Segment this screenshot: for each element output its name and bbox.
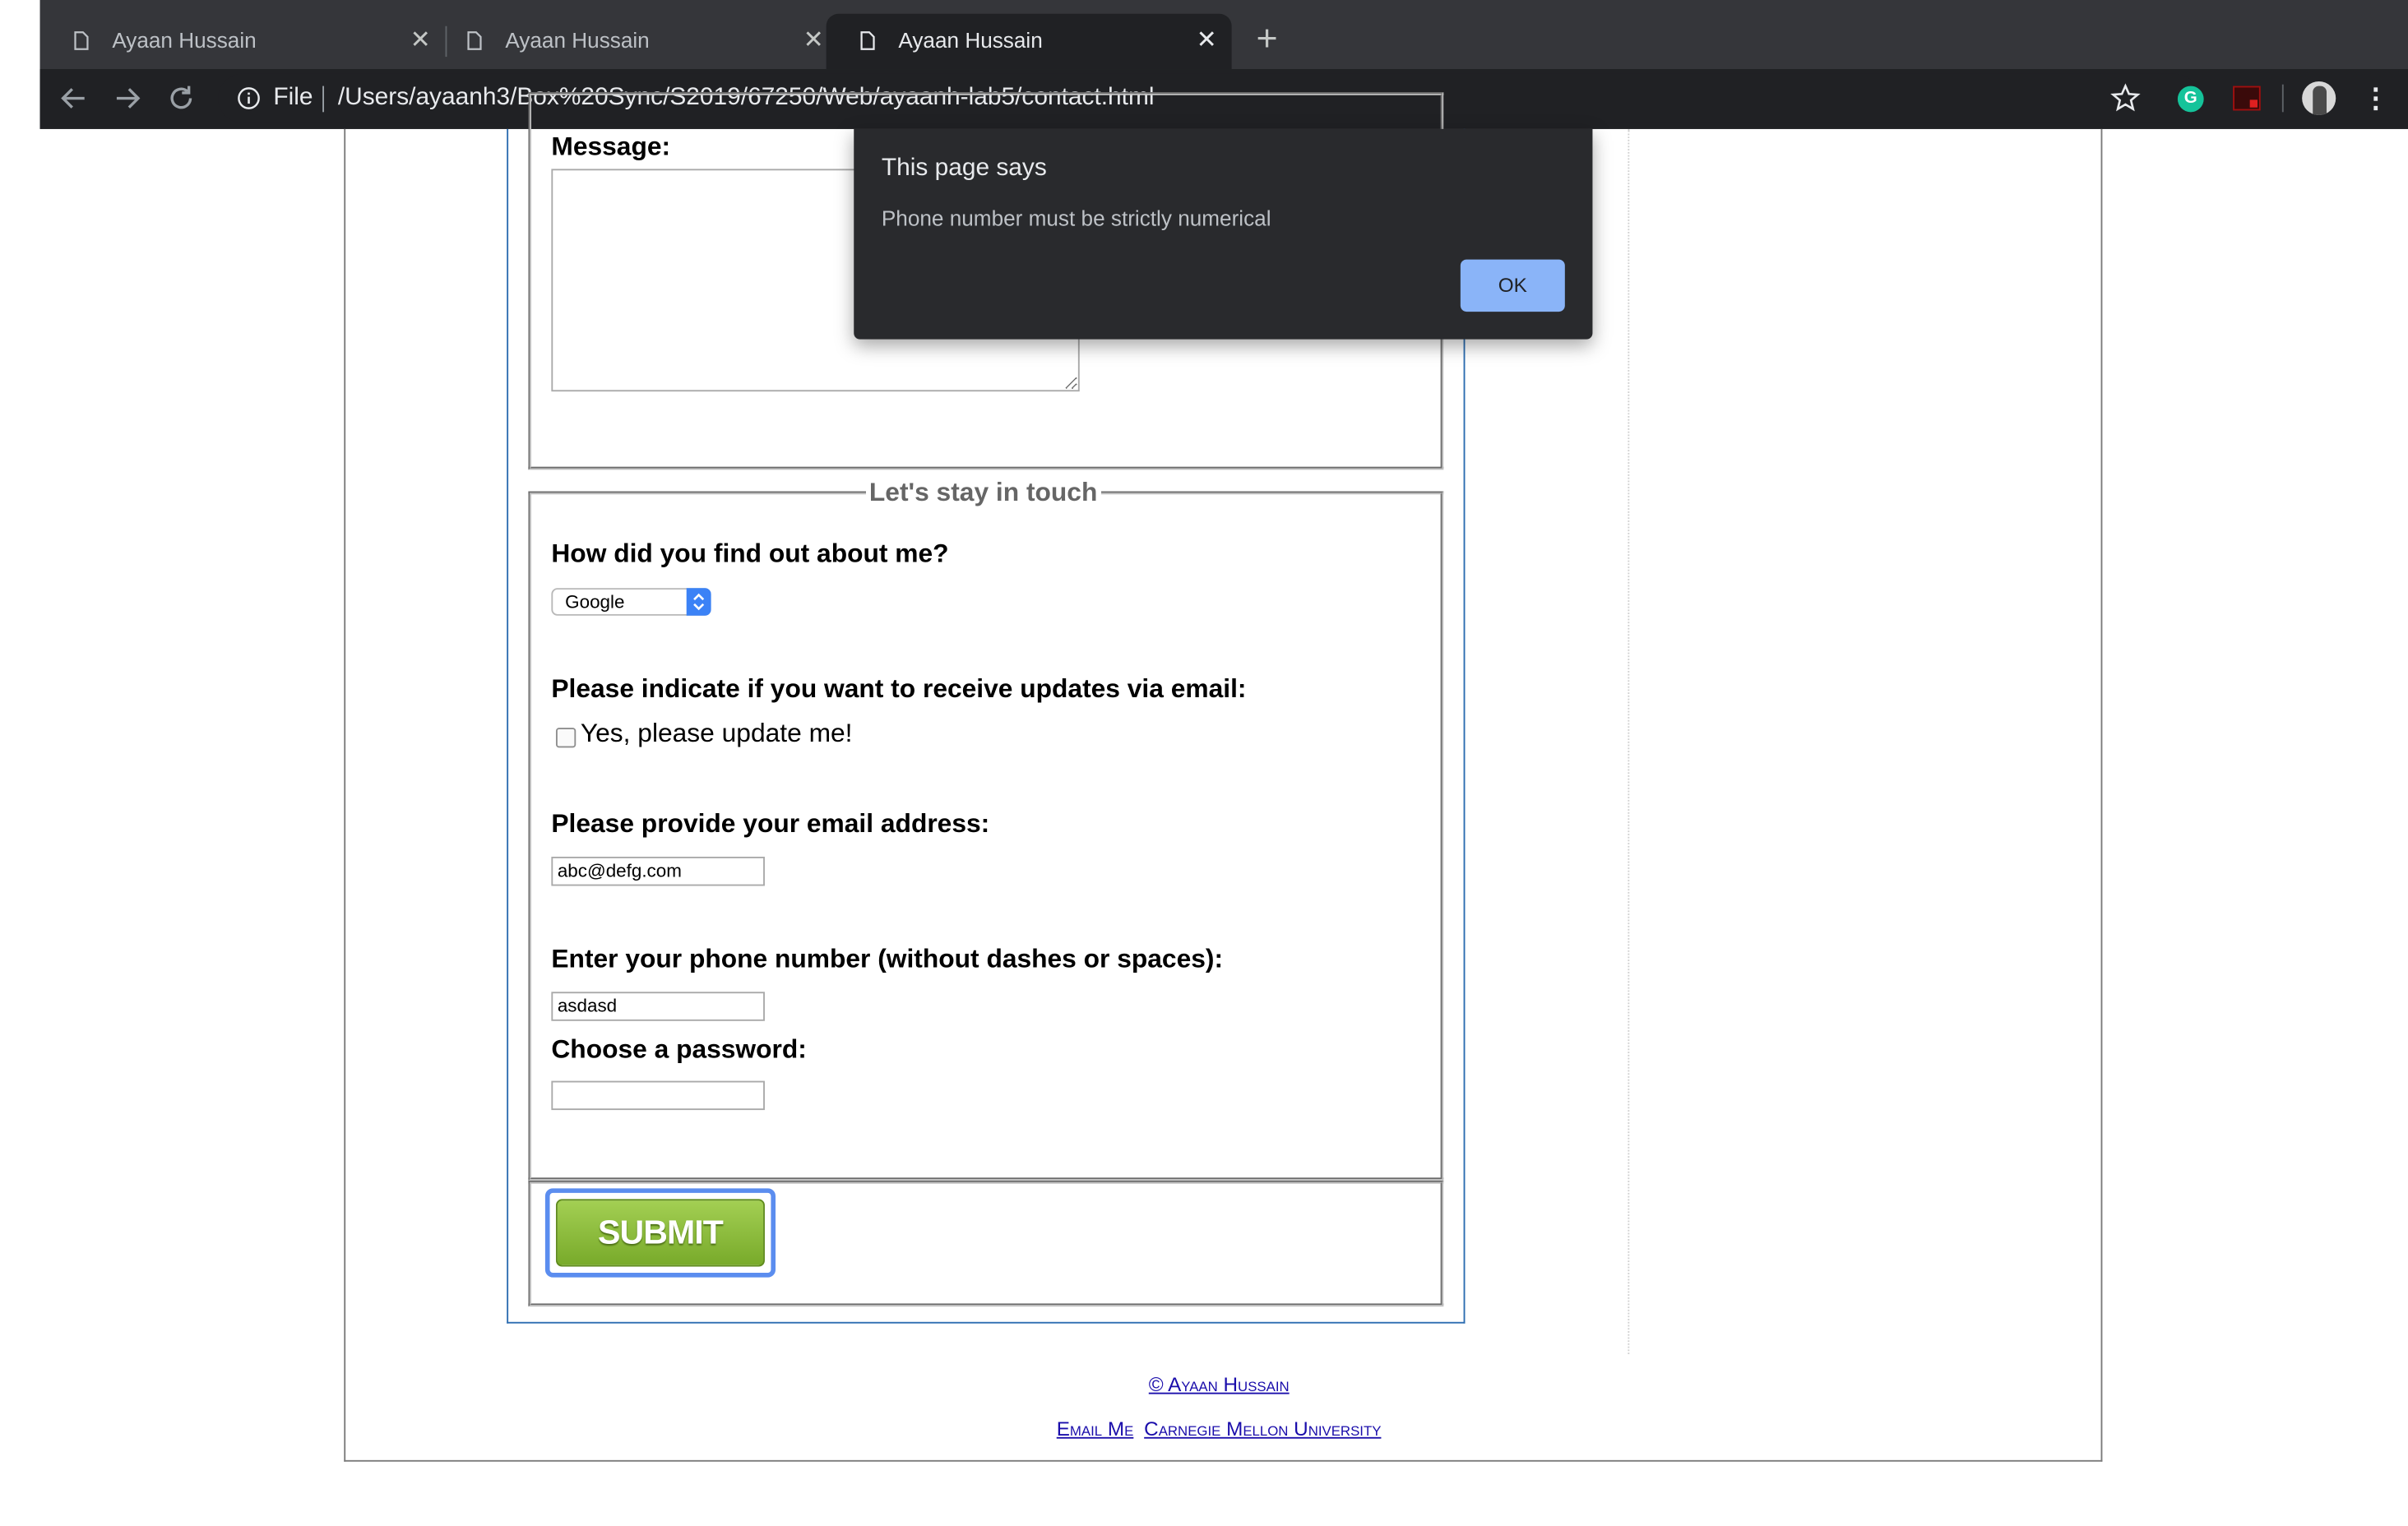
close-icon[interactable]: ✕	[1197, 25, 1217, 55]
url-scheme-label: File	[273, 84, 313, 111]
referral-select[interactable]: Google	[551, 588, 711, 616]
document-icon	[74, 31, 89, 50]
message-label: Message:	[551, 132, 671, 162]
submit-button-label: SUBMIT	[555, 1199, 765, 1267]
updates-question: Please indicate if you want to receive u…	[551, 673, 1247, 704]
more-menu-icon[interactable]: ⋮	[2362, 81, 2390, 115]
updates-checkbox-label[interactable]: Yes, please update me!	[581, 719, 853, 749]
select-arrows-icon	[686, 588, 711, 616]
extension-icon[interactable]	[2233, 86, 2261, 111]
grammarly-extension-icon[interactable]: G	[2177, 86, 2204, 113]
email-label: Please provide your email address:	[551, 809, 990, 839]
select-value: Google	[565, 590, 625, 613]
reload-icon[interactable]	[163, 80, 200, 117]
email-field[interactable]: abc@defg.com	[551, 856, 765, 886]
forward-arrow-icon[interactable]	[109, 80, 146, 117]
tab-active[interactable]: Ayaan Hussain ✕	[826, 13, 1232, 70]
password-label: Choose a password:	[551, 1034, 807, 1065]
referral-question: How did you find out about me?	[551, 539, 949, 568]
copyright-link[interactable]: © Ayaan Hussain	[1149, 1372, 1290, 1395]
alert-dialog: This page says Phone number must be stri…	[854, 128, 1593, 340]
tab-title: Ayaan Hussain	[505, 27, 650, 53]
dialog-title: This page says	[881, 155, 1047, 182]
tab[interactable]: Ayaan Hussain ✕	[433, 14, 839, 69]
document-icon	[860, 31, 875, 50]
dialog-message: Phone number must be strictly numerical	[881, 206, 1271, 231]
fieldset-legend: Let's stay in touch	[868, 477, 1098, 507]
password-field[interactable]	[551, 1080, 765, 1111]
back-arrow-icon[interactable]	[55, 80, 92, 117]
ok-button[interactable]: OK	[1460, 259, 1565, 312]
phone-label: Enter your phone number (without dashes …	[551, 944, 1224, 973]
info-icon[interactable]	[237, 86, 262, 111]
phone-field[interactable]: asdasd	[551, 992, 765, 1021]
email-me-link[interactable]: Email Me	[1057, 1417, 1134, 1440]
tab[interactable]: Ayaan Hussain ✕	[40, 14, 446, 69]
close-icon[interactable]: ✕	[410, 25, 431, 55]
submit-button[interactable]: SUBMIT	[544, 1188, 776, 1278]
tab-title: Ayaan Hussain	[112, 27, 257, 53]
close-icon[interactable]: ✕	[803, 25, 824, 55]
divider	[2281, 84, 2284, 113]
divider	[322, 86, 325, 113]
divider	[1628, 128, 1630, 1354]
plus-icon[interactable]: +	[1256, 18, 1277, 61]
tab-title: Ayaan Hussain	[898, 27, 1043, 53]
updates-checkbox[interactable]	[555, 728, 577, 748]
university-link[interactable]: Carnegie Mellon University	[1144, 1417, 1381, 1440]
document-icon	[467, 31, 482, 50]
avatar[interactable]	[2302, 81, 2336, 116]
bookmark-star-icon[interactable]	[2110, 83, 2141, 113]
